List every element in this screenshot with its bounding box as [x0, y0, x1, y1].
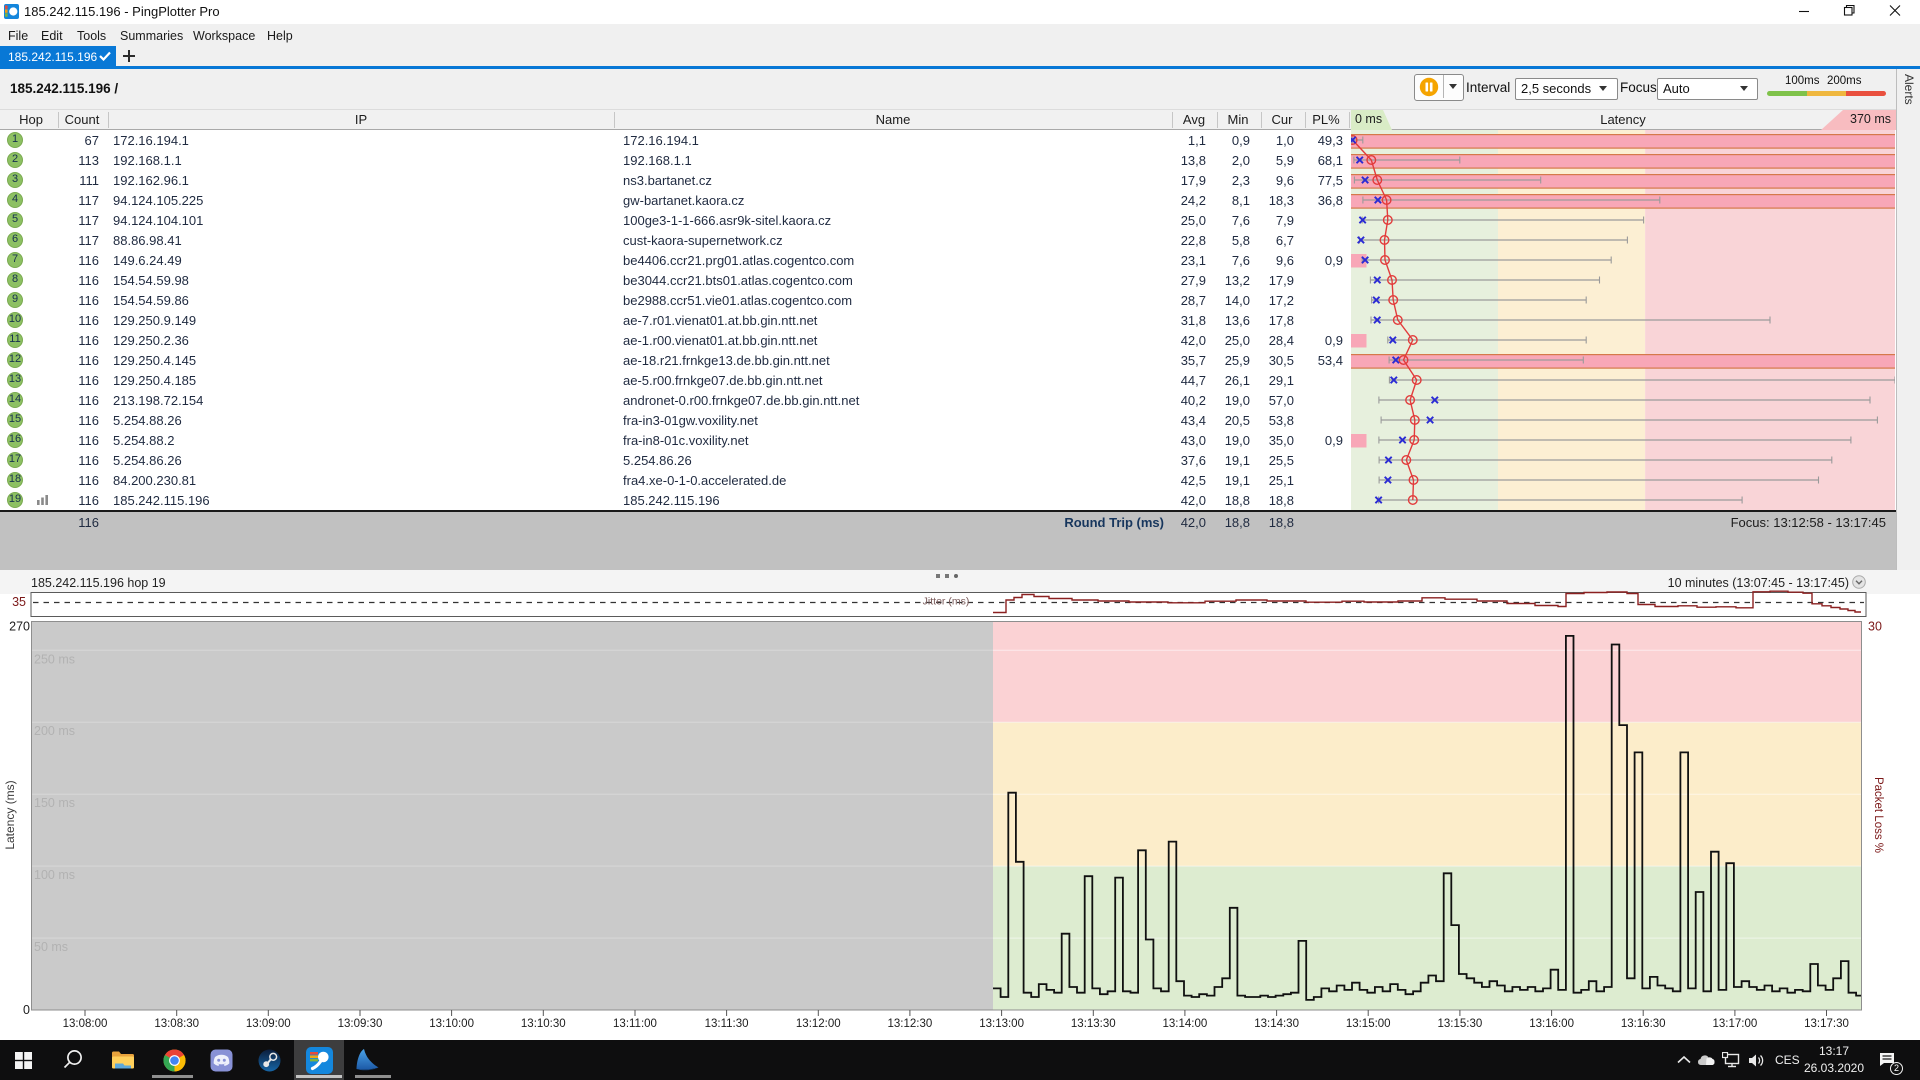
svg-text:100 ms: 100 ms — [34, 868, 75, 882]
svg-text:200 ms: 200 ms — [34, 724, 75, 738]
svg-text:13:09:00: 13:09:00 — [246, 1018, 291, 1030]
svg-text:13:12:00: 13:12:00 — [796, 1018, 841, 1030]
svg-text:150 ms: 150 ms — [34, 796, 75, 810]
svg-text:13:16:00: 13:16:00 — [1529, 1018, 1574, 1030]
svg-text:13:17:30: 13:17:30 — [1804, 1018, 1849, 1030]
svg-text:13:08:00: 13:08:00 — [63, 1018, 108, 1030]
svg-text:Packet Loss %: Packet Loss % — [1872, 777, 1884, 853]
svg-text:0: 0 — [23, 1003, 30, 1017]
svg-text:35: 35 — [12, 595, 26, 609]
svg-text:13:10:00: 13:10:00 — [429, 1018, 474, 1030]
svg-text:13:13:00: 13:13:00 — [979, 1018, 1024, 1030]
svg-text:Latency (ms): Latency (ms) — [3, 780, 17, 849]
svg-text:13:11:30: 13:11:30 — [705, 1018, 749, 1030]
svg-text:13:15:30: 13:15:30 — [1438, 1018, 1483, 1030]
svg-text:Jitter (ms): Jitter (ms) — [923, 596, 970, 608]
svg-text:13:15:00: 13:15:00 — [1346, 1018, 1391, 1030]
svg-text:13:12:30: 13:12:30 — [888, 1018, 933, 1030]
svg-text:13:08:30: 13:08:30 — [154, 1018, 199, 1030]
svg-text:13:10:30: 13:10:30 — [521, 1018, 566, 1030]
svg-text:13:16:30: 13:16:30 — [1621, 1018, 1666, 1030]
svg-text:13:11:00: 13:11:00 — [613, 1018, 657, 1030]
svg-text:13:17:00: 13:17:00 — [1713, 1018, 1758, 1030]
svg-text:13:14:00: 13:14:00 — [1163, 1018, 1208, 1030]
svg-text:13:09:30: 13:09:30 — [338, 1018, 383, 1030]
svg-text:13:14:30: 13:14:30 — [1254, 1018, 1299, 1030]
svg-text:50 ms: 50 ms — [34, 940, 68, 954]
svg-text:30: 30 — [1868, 620, 1882, 634]
svg-text:270: 270 — [9, 620, 30, 634]
svg-text:250 ms: 250 ms — [34, 652, 75, 666]
svg-text:13:13:30: 13:13:30 — [1071, 1018, 1116, 1030]
